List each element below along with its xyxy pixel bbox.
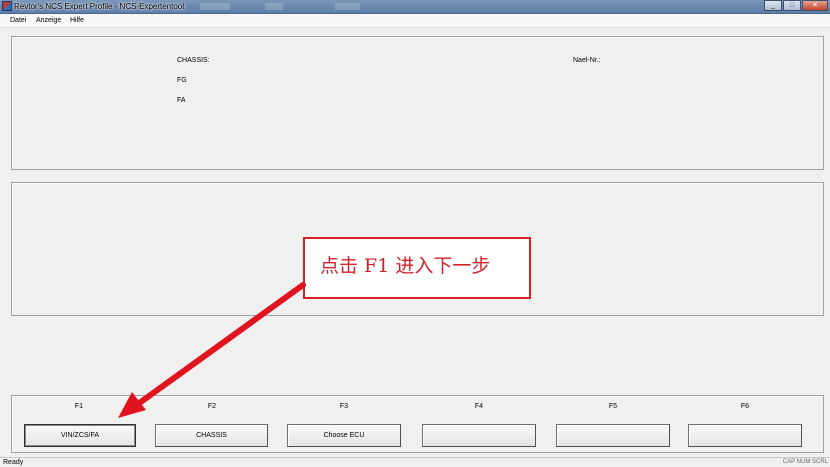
f2-chassis-button[interactable]: CHASSIS <box>155 424 268 447</box>
menu-anzeige[interactable]: Anzeige <box>36 14 61 27</box>
title-bar-decoration <box>265 3 283 10</box>
window-title: Revtor's NCS Expert Profile - NCS-Expert… <box>14 2 185 11</box>
instruction-callout: 点击 F1 进入下一步 <box>303 237 531 299</box>
window-controls: _ □ ✕ <box>763 0 828 12</box>
f5-button[interactable] <box>556 424 670 447</box>
nael-nr-label: Nael-Nr.: <box>573 57 601 64</box>
f5-key-label: F5 <box>608 403 618 410</box>
title-bar-decoration <box>200 3 230 10</box>
menu-datei[interactable]: Datei <box>10 14 26 27</box>
maximize-button[interactable]: □ <box>783 0 801 11</box>
minimize-button[interactable]: _ <box>764 0 782 11</box>
f4-button[interactable] <box>422 424 536 447</box>
f3-choose-ecu-button[interactable]: Choose ECU <box>287 424 401 447</box>
fg-label: FG <box>177 77 187 84</box>
f2-key-label: F2 <box>207 403 217 410</box>
menu-hilfe[interactable]: Hilfe <box>70 14 84 27</box>
chassis-label: CHASSIS: <box>177 57 210 64</box>
fa-label: FA <box>177 97 186 104</box>
close-button[interactable]: ✕ <box>802 0 828 11</box>
f1-key-label: F1 <box>74 403 84 410</box>
instruction-text: 点击 F1 进入下一步 <box>320 255 491 277</box>
vehicle-info-panel: CHASSIS: FG FA Nael-Nr.: <box>11 36 824 170</box>
f6-key-label: F6 <box>740 403 750 410</box>
title-bar-decoration <box>335 3 360 10</box>
app-icon <box>2 1 12 11</box>
f4-key-label: F4 <box>474 403 484 410</box>
menu-bar: Datei Anzeige Hilfe <box>0 14 830 28</box>
title-bar: Revtor's NCS Expert Profile - NCS-Expert… <box>0 0 830 14</box>
f3-key-label: F3 <box>339 403 349 410</box>
f1-vin-zcs-fa-button[interactable]: VIN/ZCS/FA <box>24 424 136 447</box>
f6-button[interactable] <box>688 424 802 447</box>
